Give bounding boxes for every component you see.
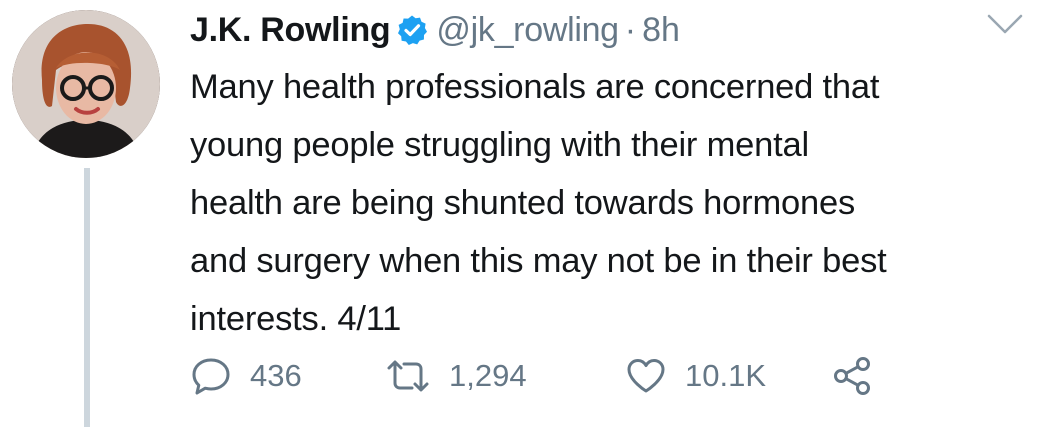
action-bar: 436 1,294 10.1K: [190, 350, 950, 402]
tweet-text-line: interests. 4/11: [190, 300, 402, 338]
timestamp[interactable]: 8h: [642, 11, 680, 50]
reply-count: 436: [250, 358, 302, 393]
thread-line: [84, 168, 90, 427]
author-handle[interactable]: @jk_rowling: [436, 11, 619, 50]
reply-icon: [192, 358, 230, 395]
tweet-text-line: and surgery when this may not be in thei…: [190, 242, 887, 280]
retweet-button[interactable]: 1,294: [385, 350, 527, 402]
like-button[interactable]: 10.1K: [625, 350, 766, 402]
verified-badge-icon: [396, 14, 428, 46]
retweet-count: 1,294: [449, 358, 527, 393]
retweet-icon: [387, 360, 429, 392]
tweet-header: J.K. Rowling @jk_rowling · 8h: [190, 8, 680, 52]
tweet-text-line: young people struggling with their menta…: [190, 126, 809, 164]
header-separator: ·: [624, 10, 637, 49]
heart-icon: [627, 359, 665, 393]
tweet: J.K. Rowling @jk_rowling · 8h Many healt…: [0, 0, 1051, 427]
share-icon: [834, 357, 870, 395]
avatar-image: [12, 10, 160, 158]
tweet-text-line: Many health professionals are concerned …: [190, 68, 880, 106]
chevron-down-icon[interactable]: [985, 10, 1025, 40]
author-name[interactable]: J.K. Rowling: [190, 11, 391, 50]
reply-button[interactable]: 436: [190, 350, 302, 402]
avatar[interactable]: [12, 10, 160, 158]
share-button[interactable]: [830, 350, 874, 402]
tweet-text-line: health are being shunted towards hormone…: [190, 184, 855, 222]
like-count: 10.1K: [685, 358, 767, 393]
tweet-text: Many health professionals are concerned …: [190, 58, 1040, 348]
